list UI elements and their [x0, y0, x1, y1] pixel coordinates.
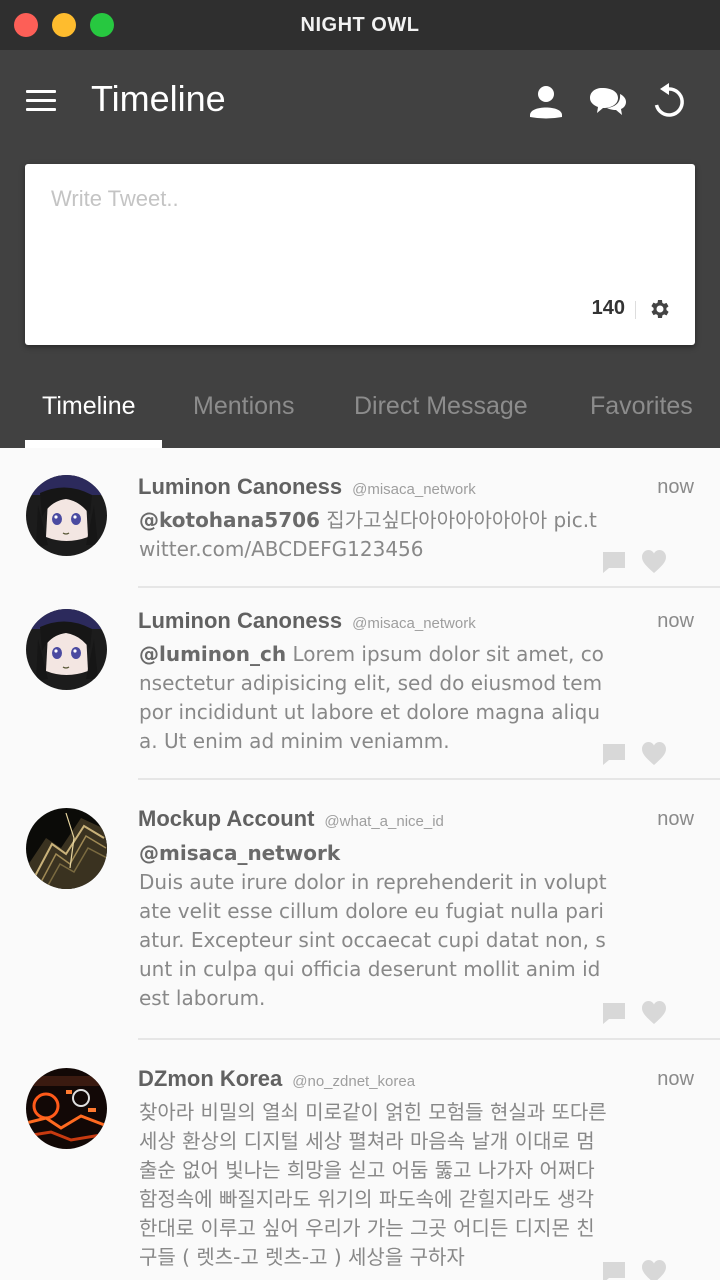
person-icon[interactable] — [526, 82, 566, 122]
counter-divider — [635, 301, 636, 319]
tweet-item[interactable]: Luminon Canoness @misaca_network now @kot… — [0, 448, 720, 588]
tweet-composer: 140 — [25, 164, 695, 345]
author-name: Luminon Canoness — [138, 608, 343, 633]
comment-icon[interactable] — [600, 548, 628, 576]
gear-icon[interactable] — [647, 297, 671, 321]
author-handle: @no_zdnet_korea — [292, 1073, 416, 1090]
comment-icon[interactable] — [600, 740, 628, 768]
avatar[interactable] — [26, 475, 107, 556]
tweet-item[interactable]: DZmon Korea @no_zdnet_korea now 찾아라 비밀의 열… — [0, 1040, 720, 1280]
heart-icon[interactable] — [640, 999, 668, 1027]
tweet-author[interactable]: Luminon Canoness @misaca_network — [138, 474, 476, 500]
tweet-timestamp: now — [657, 808, 694, 830]
tweet-actions — [600, 999, 694, 1027]
tweet-item[interactable]: Luminon Canoness @misaca_network now @lum… — [0, 588, 720, 780]
tweet-actions — [600, 1258, 694, 1280]
tab-mentions[interactable]: Mentions — [193, 370, 294, 448]
tweet-mention[interactable]: @luminon_ch — [139, 642, 286, 666]
tab-favorites[interactable]: Favorites — [590, 370, 693, 448]
avatar[interactable] — [26, 1068, 107, 1149]
comment-icon[interactable] — [600, 1258, 628, 1280]
heart-icon[interactable] — [640, 740, 668, 768]
author-name: DZmon Korea — [138, 1066, 283, 1091]
tweet-timestamp: now — [657, 1068, 694, 1090]
author-handle: @what_a_nice_id — [324, 813, 444, 830]
tweet-mention[interactable]: @kotohana5706 — [139, 508, 320, 532]
author-handle: @misaca_network — [352, 615, 476, 632]
avatar[interactable] — [26, 808, 107, 889]
active-tab-indicator — [25, 440, 162, 448]
window-titlebar: NIGHT OWL — [0, 0, 720, 50]
timeline-feed[interactable]: Luminon Canoness @misaca_network now @kot… — [0, 448, 720, 1280]
heart-icon[interactable] — [640, 548, 668, 576]
heart-icon[interactable] — [640, 1258, 668, 1280]
tab-timeline[interactable]: Timeline — [42, 370, 136, 448]
refresh-icon[interactable] — [649, 82, 689, 122]
tweet-text: @luminon_ch Lorem ipsum dolor sit amet, … — [139, 642, 604, 753]
page-title: Timeline — [91, 78, 226, 119]
tweet-item[interactable]: Mockup Account @what_a_nice_id now @misac… — [0, 780, 720, 1040]
tab-bar: Timeline Mentions Direct Message Favorit… — [0, 370, 720, 448]
tweet-mention[interactable]: @misaca_network — [139, 839, 609, 868]
window-title: NIGHT OWL — [300, 14, 420, 36]
author-name: Luminon Canoness — [138, 474, 343, 499]
tweet-timestamp: now — [657, 610, 694, 632]
tweet-timestamp: now — [657, 476, 694, 498]
author-handle: @misaca_network — [352, 481, 476, 498]
tweet-actions — [600, 740, 694, 768]
tweet-input[interactable] — [25, 164, 695, 294]
avatar[interactable] — [26, 609, 107, 690]
menu-icon[interactable] — [26, 88, 56, 112]
tweet-author[interactable]: Mockup Account @what_a_nice_id — [138, 806, 444, 832]
author-name: Mockup Account — [138, 806, 315, 831]
app-header: Timeline 140 Timeline Mentions Direct Me… — [0, 50, 720, 448]
tweet-author[interactable]: DZmon Korea @no_zdnet_korea — [138, 1066, 415, 1092]
tweet-actions — [600, 548, 694, 576]
tab-direct-message[interactable]: Direct Message — [354, 370, 528, 448]
tweet-text: @kotohana5706 집가고싶다아아아아아아아 pic.twitter.c… — [139, 508, 597, 561]
tweet-text: @misaca_network Duis aute irure dolor in … — [139, 839, 609, 1013]
tweet-author[interactable]: Luminon Canoness @misaca_network — [138, 608, 476, 634]
comment-icon[interactable] — [600, 999, 628, 1027]
chat-bubbles-icon[interactable] — [588, 82, 628, 122]
tweet-text: 찾아라 비밀의 열쇠 미로같이 얽힌 모험들 현실과 또다른 세상 환상의 디지… — [139, 1100, 607, 1269]
char-counter: 140 — [591, 297, 625, 319]
